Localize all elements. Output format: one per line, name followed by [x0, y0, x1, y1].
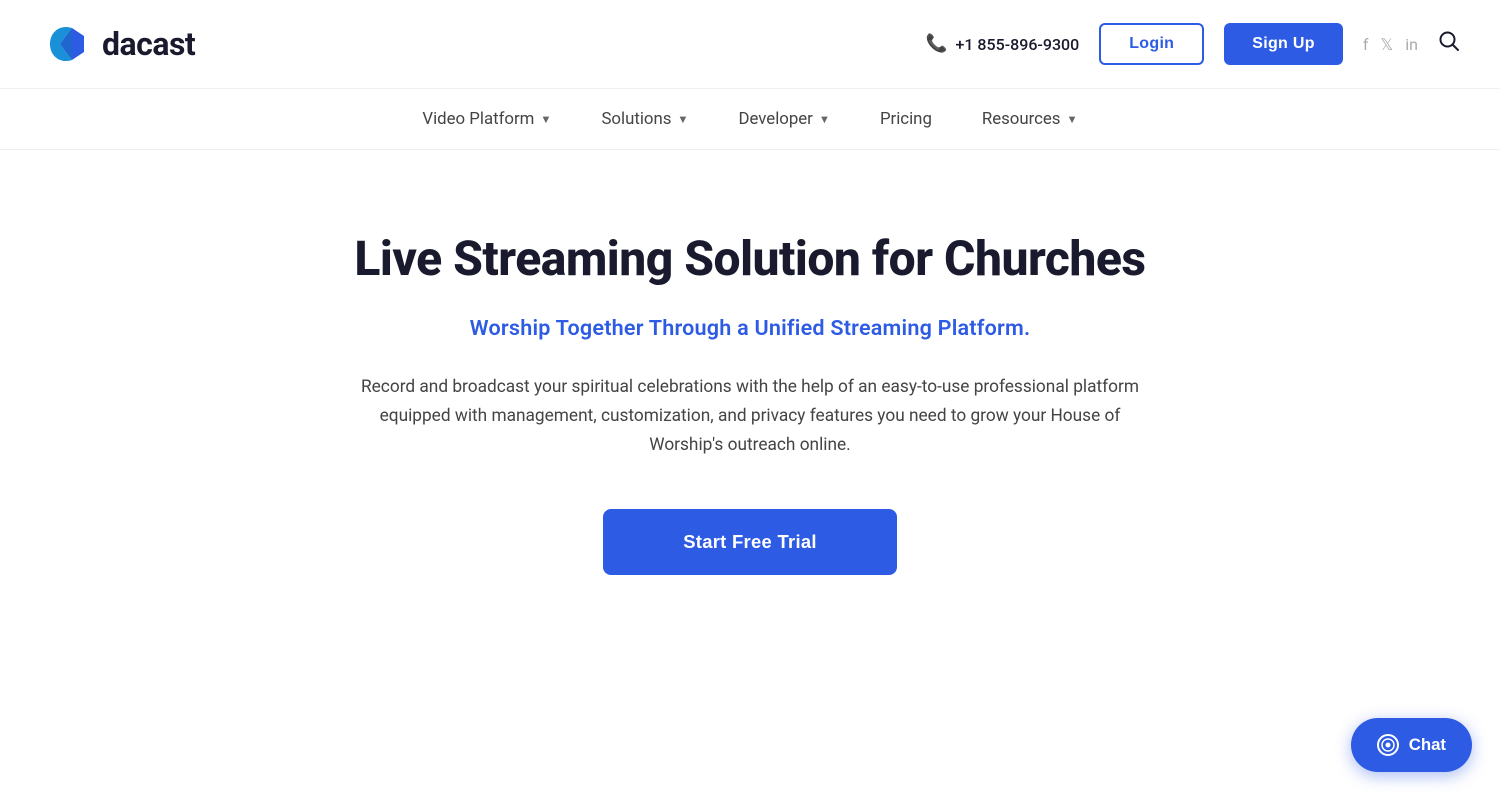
signup-button[interactable]: Sign Up: [1224, 23, 1343, 65]
main-nav: Video Platform ▼ Solutions ▼ Developer ▼…: [0, 89, 1500, 150]
linkedin-icon[interactable]: in: [1405, 35, 1418, 54]
phone-icon: 📞: [926, 34, 948, 54]
nav-item-solutions[interactable]: Solutions ▼: [601, 109, 688, 129]
nav-item-pricing[interactable]: Pricing: [880, 109, 932, 129]
nav-label-video-platform: Video Platform: [422, 109, 534, 129]
chat-label: Chat: [1409, 735, 1446, 755]
hero-subtitle: Worship Together Through a Unified Strea…: [470, 316, 1031, 341]
hero-section: Live Streaming Solution for Churches Wor…: [250, 150, 1250, 635]
chat-icon: [1377, 734, 1399, 756]
phone-area: 📞 +1 855-896-9300: [926, 34, 1080, 54]
chat-button[interactable]: Chat: [1351, 718, 1472, 772]
dacast-logo-icon: [40, 18, 92, 70]
hero-description: Record and broadcast your spiritual cele…: [360, 373, 1140, 461]
nav-label-solutions: Solutions: [601, 109, 671, 129]
nav-label-resources: Resources: [982, 109, 1061, 129]
nav-item-resources[interactable]: Resources ▼: [982, 109, 1078, 129]
logo-text: dacast: [102, 25, 195, 63]
social-icons: f 𝕏 in: [1363, 35, 1418, 54]
login-button[interactable]: Login: [1099, 23, 1204, 65]
nav-item-developer[interactable]: Developer ▼: [738, 109, 829, 129]
nav-item-video-platform[interactable]: Video Platform ▼: [422, 109, 551, 129]
chevron-down-icon: ▼: [677, 113, 688, 126]
hero-title: Live Streaming Solution for Churches: [354, 230, 1145, 288]
nav-label-pricing: Pricing: [880, 109, 932, 129]
facebook-icon[interactable]: f: [1363, 35, 1369, 54]
phone-number: +1 855-896-9300: [955, 35, 1079, 54]
chevron-down-icon: ▼: [819, 113, 830, 126]
header-right: 📞 +1 855-896-9300 Login Sign Up f 𝕏 in: [926, 23, 1460, 65]
logo[interactable]: dacast: [40, 18, 195, 70]
header: dacast 📞 +1 855-896-9300 Login Sign Up f…: [0, 0, 1500, 89]
start-free-trial-button[interactable]: Start Free Trial: [603, 509, 897, 575]
twitter-icon[interactable]: 𝕏: [1380, 35, 1393, 54]
nav-label-developer: Developer: [738, 109, 812, 129]
chevron-down-icon: ▼: [1066, 113, 1077, 126]
search-icon[interactable]: [1438, 30, 1460, 58]
chevron-down-icon: ▼: [540, 113, 551, 126]
